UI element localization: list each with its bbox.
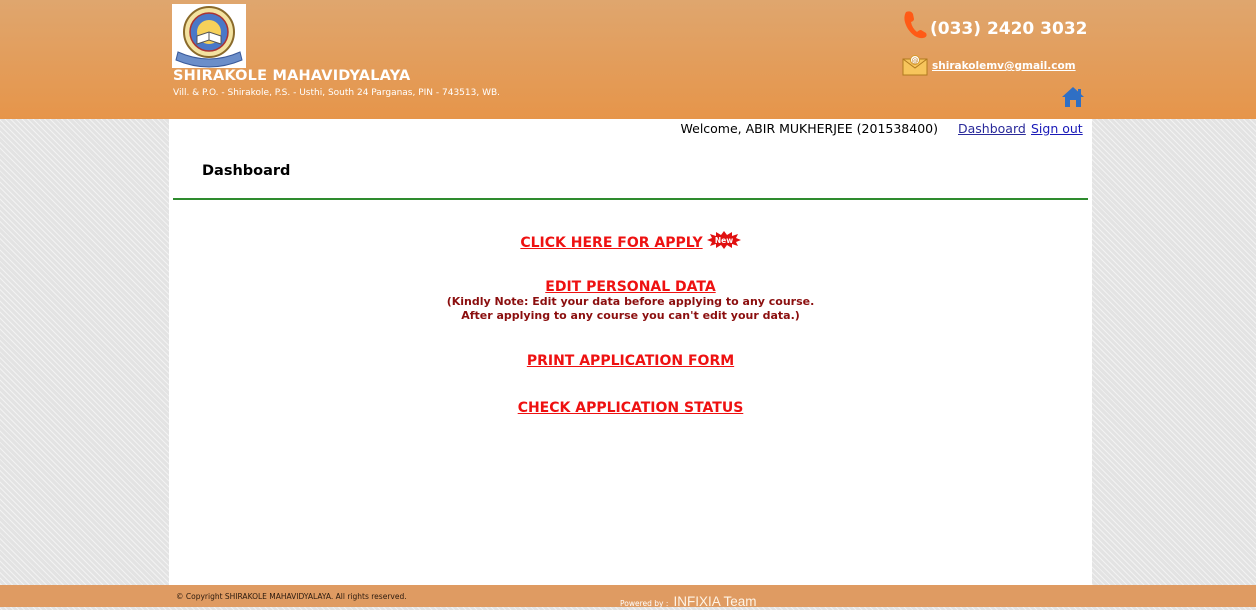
email-link[interactable]: shirakolemv@gmail.com: [932, 60, 1076, 72]
edit-note-line-1: (Kindly Note: Edit your data before appl…: [446, 295, 815, 308]
site-footer: © Copyright SHIRAKOLE MAHAVIDYALAYA. All…: [0, 585, 1256, 610]
print-block: PRINT APPLICATION FORM: [169, 350, 1092, 369]
home-icon[interactable]: [1061, 86, 1085, 112]
college-name: SHIRAKOLE MAHAVIDYALAYA: [173, 68, 411, 84]
main-content: Welcome, ABIR MUKHERJEE (201538400) Dash…: [169, 119, 1092, 585]
edit-note-line-2: After applying to any course you can't e…: [461, 309, 800, 322]
edit-personal-data-link[interactable]: EDIT PERSONAL DATA: [545, 279, 715, 295]
page-title: Dashboard: [202, 163, 291, 179]
powered-by: Powered by : INFIXIA Team: [620, 591, 757, 610]
status-block: CHECK APPLICATION STATUS: [169, 397, 1092, 416]
print-application-form-link[interactable]: PRINT APPLICATION FORM: [527, 353, 734, 369]
phone-number: (033) 2420 3032: [930, 19, 1088, 39]
dashboard-link[interactable]: Dashboard: [958, 121, 1026, 136]
copyright-text: © Copyright SHIRAKOLE MAHAVIDYALAYA. All…: [176, 592, 407, 601]
edit-block: EDIT PERSONAL DATA (Kindly Note: Edit yo…: [169, 276, 1092, 323]
title-divider: [173, 198, 1088, 200]
new-badge-icon: New: [706, 231, 741, 253]
apply-block: CLICK HERE FOR APPLY New: [169, 231, 1092, 253]
mail-icon: @: [902, 54, 928, 80]
phone-icon: [902, 9, 928, 43]
college-logo: [172, 4, 246, 68]
site-header: SHIRAKOLE MAHAVIDYALAYA Vill. & P.O. - S…: [0, 0, 1256, 119]
check-application-status-link[interactable]: CHECK APPLICATION STATUS: [518, 400, 744, 416]
apply-link[interactable]: CLICK HERE FOR APPLY: [520, 235, 702, 251]
college-address: Vill. & P.O. - Shirakole, P.S. - Usthi, …: [173, 88, 501, 98]
welcome-message: Welcome, ABIR MUKHERJEE (201538400): [680, 121, 939, 136]
svg-text:@: @: [912, 57, 919, 65]
sign-out-link[interactable]: Sign out: [1031, 121, 1083, 136]
new-badge-text: New: [714, 236, 732, 245]
